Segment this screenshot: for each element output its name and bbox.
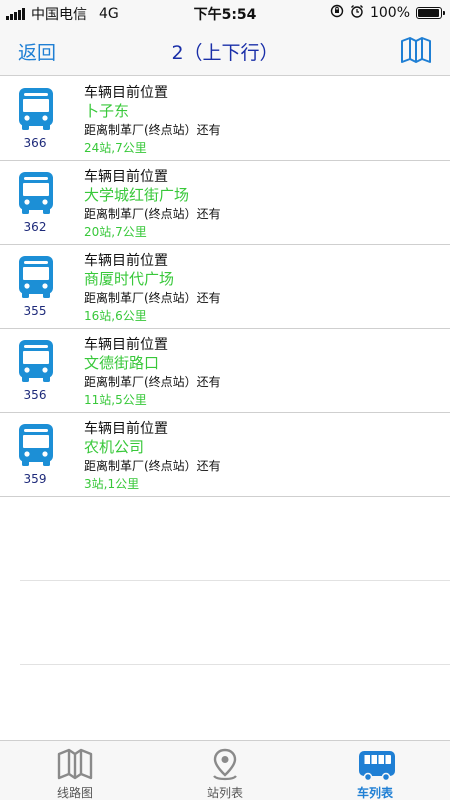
bus-list-item[interactable]: 356 车辆目前位置 文德街路口 距离制革厂(终点站）还有 11站,5公里: [0, 329, 450, 413]
position-label: 车辆目前位置: [84, 169, 168, 185]
bus-list-item[interactable]: 355 车辆目前位置 商厦时代广场 距离制革厂(终点站）还有 16站,6公里: [0, 245, 450, 329]
remaining-distance: 20站,7公里: [84, 225, 147, 239]
bus-number: 362: [23, 220, 47, 234]
tab-label: 站列表: [206, 786, 243, 800]
current-stop: 卜子东: [84, 102, 130, 120]
bus-list: 366 车辆目前位置 卜子东 距离制革厂(终点站）还有 24站,7公里 362 …: [0, 77, 450, 497]
navigation-bar: 返回 2（上下行）: [0, 26, 450, 76]
destination-label: 距离制革厂(终点站）还有: [84, 123, 221, 137]
destination-label: 距离制革厂(终点站）还有: [84, 291, 221, 305]
alarm-icon: [350, 4, 364, 22]
battery-icon: [416, 7, 445, 19]
destination-label: 距离制革厂(终点站）还有: [84, 375, 221, 389]
remaining-distance: 11站,5公里: [84, 393, 147, 407]
bus-list-item[interactable]: 362 车辆目前位置 大学城红街广场 距离制革厂(终点站）还有 20站,7公里: [0, 161, 450, 245]
position-label: 车辆目前位置: [84, 85, 168, 101]
map-icon: [401, 37, 431, 63]
bus-icon: [19, 340, 53, 382]
tab-label: 线路图: [56, 786, 93, 800]
tab-bar: 线路图 站列表 车列表: [0, 740, 450, 800]
battery-fill: [418, 9, 439, 17]
remaining-distance: 24站,7公里: [84, 141, 147, 155]
bus-icon: [19, 256, 53, 298]
position-label: 车辆目前位置: [84, 337, 168, 353]
bus-number: 356: [23, 388, 47, 402]
battery-percent: 100%: [369, 5, 410, 21]
current-stop: 商厦时代广场: [84, 270, 175, 288]
position-label: 车辆目前位置: [84, 253, 168, 269]
bus-list-item[interactable]: 366 车辆目前位置 卜子东 距离制革厂(终点站）还有 24站,7公里: [0, 77, 450, 161]
bus-list-item[interactable]: 359 车辆目前位置 农机公司 距离制革厂(终点站）还有 3站,1公里: [0, 413, 450, 497]
tab-route-map[interactable]: 线路图: [0, 741, 150, 801]
empty-row-divider: [20, 580, 450, 581]
location-pin-icon: [213, 748, 237, 781]
bus-number: 366: [23, 136, 47, 150]
destination-label: 距离制革厂(终点站）还有: [84, 459, 221, 473]
remaining-distance: 16站,6公里: [84, 309, 147, 323]
bus-icon: [19, 172, 53, 214]
bus-number: 355: [23, 304, 47, 318]
tab-station-list[interactable]: 站列表: [150, 741, 300, 801]
page-title: 2（上下行）: [171, 42, 279, 64]
orientation-lock-icon: [330, 4, 344, 22]
empty-row-divider: [20, 664, 450, 665]
bus-number: 359: [23, 472, 47, 486]
status-bar: 中国电信 4G 下午5:54 100%: [0, 0, 450, 26]
remaining-distance: 3站,1公里: [84, 477, 140, 491]
destination-label: 距离制革厂(终点站）还有: [84, 207, 221, 221]
tab-bus-list[interactable]: 车列表: [300, 741, 450, 801]
current-stop: 文德街路口: [84, 354, 160, 372]
map-icon: [57, 748, 93, 780]
map-button[interactable]: [400, 35, 432, 69]
bus-icon: [359, 751, 395, 782]
current-stop: 农机公司: [84, 438, 145, 456]
bus-icon: [19, 424, 53, 466]
tab-label: 车列表: [356, 786, 393, 800]
bus-icon: [19, 88, 53, 130]
position-label: 车辆目前位置: [84, 421, 168, 437]
current-stop: 大学城红街广场: [84, 186, 190, 204]
